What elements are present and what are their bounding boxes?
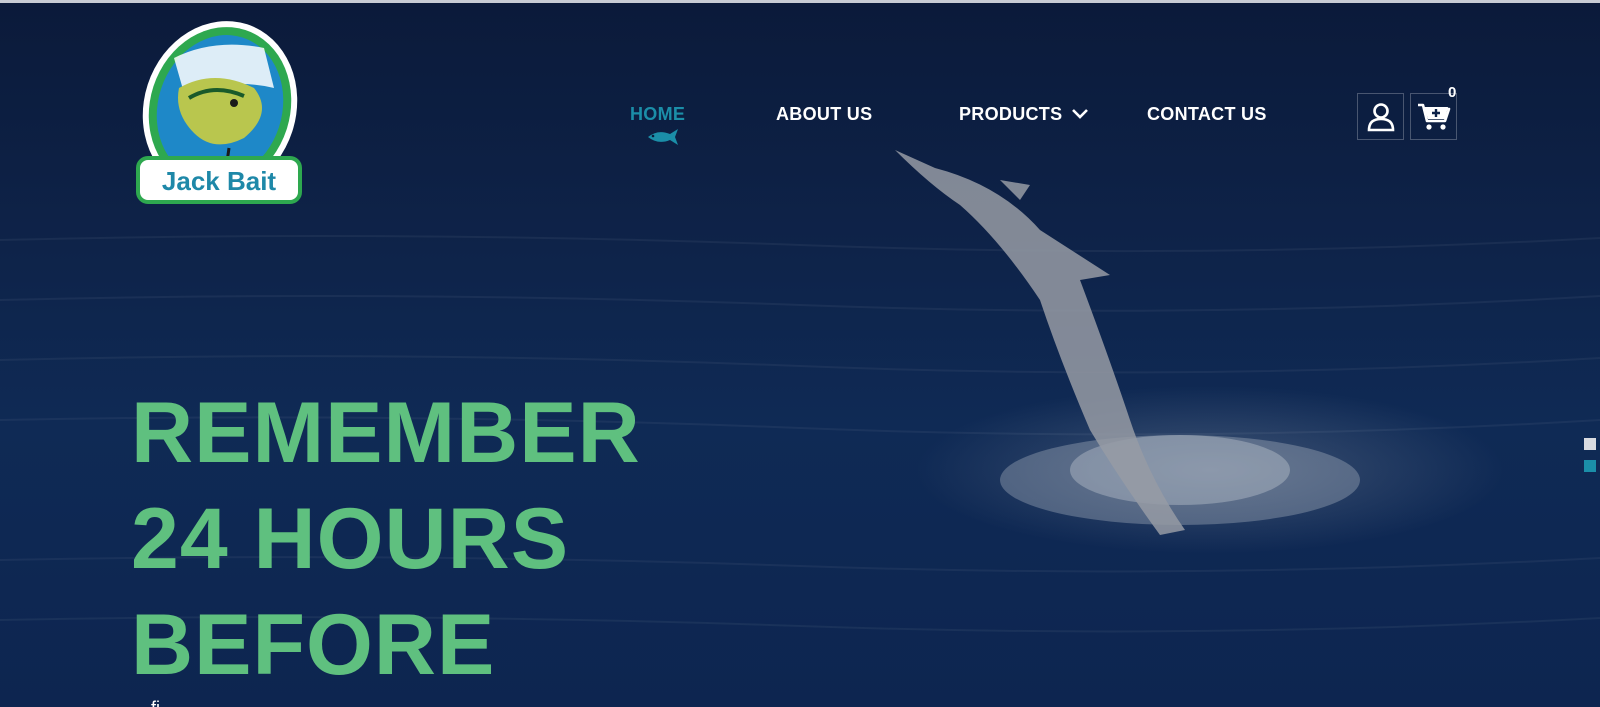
nav-products-label: PRODUCTS [959,104,1063,124]
slider-dot-2[interactable] [1584,460,1596,472]
hero-headline: REMEMBER 24 HOURS BEFORE [131,380,641,698]
account-button[interactable] [1357,93,1404,140]
nav-home[interactable]: HOME [630,104,685,125]
headline-line-3: BEFORE [131,597,496,693]
nav-products[interactable]: PRODUCTS [959,104,1089,125]
nav-contact-us-label: CONTACT US [1147,104,1267,124]
jack-bait-logo-icon: Jack Bait [136,21,302,204]
nav-contact-us[interactable]: CONTACT US [1147,104,1267,125]
cart-count-badge: 0 [1448,84,1457,101]
chevron-down-icon [1071,108,1088,119]
brand-logo-text: Jack Bait [162,166,277,196]
headline-line-1: REMEMBER [131,385,641,481]
nav-about-us[interactable]: ABOUT US [776,104,872,125]
brand-logo[interactable]: Jack Bait [134,18,304,208]
headline-line-2: 24 HOURS [131,491,570,587]
nav-home-label: HOME [630,104,686,124]
nav-about-us-label: ABOUT US [776,104,873,124]
hero-subtext: ... fi... [131,698,175,707]
top-border [0,0,1600,3]
user-icon [1367,102,1394,131]
fish-indicator-icon [648,129,678,145]
slider-dot-1[interactable] [1584,438,1596,450]
cart-icon [1417,103,1450,130]
